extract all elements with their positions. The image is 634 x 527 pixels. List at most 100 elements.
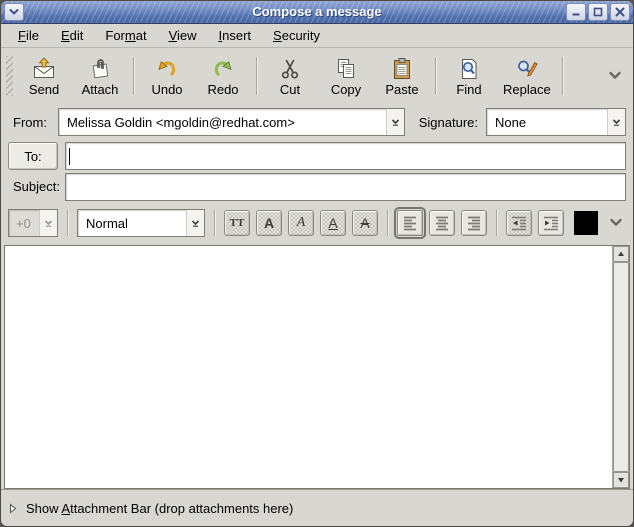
compose-window: Compose a message File Edit Format View … (0, 0, 634, 527)
italic-glyph: A (297, 215, 306, 231)
signature-label: Signature: (419, 115, 478, 130)
vertical-scrollbar (612, 246, 629, 488)
signature-select[interactable]: None (486, 108, 626, 136)
underline-glyph: A (328, 215, 337, 231)
from-label: From: (8, 115, 58, 130)
send-icon (32, 57, 56, 81)
find-button[interactable]: Find (441, 50, 497, 102)
attach-button[interactable]: Attach (72, 50, 128, 102)
combo-arrow-icon (390, 117, 401, 127)
unindent-icon (510, 214, 528, 232)
titlebar: Compose a message (1, 1, 633, 24)
undo-button[interactable]: Undo (139, 50, 195, 102)
maximize-icon (592, 6, 604, 18)
from-select[interactable]: Melissa Goldin <mgoldin@redhat.com> (58, 108, 405, 136)
combo-arrow-icon (190, 218, 201, 228)
scrollbar-thumb[interactable] (613, 262, 629, 472)
to-input[interactable] (70, 143, 622, 169)
signature-select-arrow[interactable] (607, 109, 625, 135)
from-row: From: Melissa Goldin <mgoldin@redhat.com… (1, 104, 633, 140)
menu-security[interactable]: Security (262, 24, 331, 47)
close-icon (614, 6, 626, 18)
paste-button[interactable]: Paste (374, 50, 430, 102)
maximize-button[interactable] (588, 3, 608, 21)
align-center-icon (433, 214, 451, 232)
format-separator (214, 210, 215, 236)
format-overflow-button[interactable] (606, 212, 626, 235)
scroll-up-button[interactable] (613, 246, 629, 262)
strikethrough-glyph: A (360, 215, 369, 231)
attachment-bar-label: Show Attachment Bar (drop attachments he… (26, 501, 293, 516)
close-button[interactable] (610, 3, 630, 21)
combo-arrow-icon (43, 218, 54, 228)
arrow-up-icon (617, 250, 625, 258)
menu-format[interactable]: Format (94, 24, 157, 47)
toolbar-overflow-button[interactable] (603, 63, 627, 90)
font-size-select-arrow (39, 210, 57, 236)
text-color-button[interactable] (574, 211, 598, 235)
to-button-label: To: (24, 149, 41, 164)
toolbar-separator (133, 57, 134, 95)
menu-edit[interactable]: Edit (50, 24, 94, 47)
subject-field-wrap (65, 173, 626, 201)
strikethrough-button: A (352, 210, 378, 236)
menubar: File Edit Format View Insert Security (1, 24, 633, 48)
replace-button[interactable]: Replace (497, 50, 557, 102)
bold-glyph: A (264, 215, 274, 231)
cut-icon (278, 57, 302, 81)
toolbar-separator (562, 57, 563, 95)
replace-icon (515, 57, 539, 81)
subject-label: Subject: (8, 179, 58, 194)
typewriter-button: TT (224, 210, 250, 236)
cut-button[interactable]: Cut (262, 50, 318, 102)
find-icon (457, 57, 481, 81)
toolbar-separator (256, 57, 257, 95)
paste-icon (390, 57, 414, 81)
menu-insert[interactable]: Insert (208, 24, 263, 47)
paragraph-style-value: Normal (78, 210, 186, 236)
format-separator (67, 210, 68, 236)
underline-button: A (320, 210, 346, 236)
toolbar-separator (435, 57, 436, 95)
paragraph-style-select[interactable]: Normal (77, 209, 205, 237)
indent-button[interactable] (538, 210, 564, 236)
copy-button[interactable]: Copy (318, 50, 374, 102)
subject-input[interactable] (69, 174, 622, 200)
menu-file[interactable]: File (7, 24, 50, 47)
format-separator (496, 210, 497, 236)
font-size-value: +0 (9, 210, 39, 236)
to-button[interactable]: To: (8, 142, 58, 170)
align-right-button[interactable] (461, 210, 487, 236)
minimize-icon (570, 6, 582, 18)
scroll-down-button[interactable] (613, 472, 629, 488)
message-editor[interactable] (5, 246, 612, 488)
unindent-button (506, 210, 532, 236)
subject-row: Subject: (1, 172, 633, 201)
arrow-down-icon (617, 476, 625, 484)
minimize-button[interactable] (566, 3, 586, 21)
undo-icon (155, 57, 179, 81)
copy-icon (334, 57, 358, 81)
toolbar-drag-handle[interactable] (6, 56, 13, 96)
chevron-down-icon (607, 67, 623, 83)
combo-arrow-icon (611, 117, 622, 127)
main-toolbar: Send Attach Undo Redo (1, 48, 633, 104)
message-body-area (4, 245, 630, 489)
font-size-select: +0 (8, 209, 58, 237)
align-center-button[interactable] (429, 210, 455, 236)
format-separator (387, 210, 388, 236)
from-value: Melissa Goldin <mgoldin@redhat.com> (59, 109, 386, 135)
bold-button: A (256, 210, 282, 236)
attachment-bar-toggle[interactable]: Show Attachment Bar (drop attachments he… (1, 489, 633, 526)
from-select-arrow[interactable] (386, 109, 404, 135)
align-right-icon (465, 214, 483, 232)
redo-button[interactable]: Redo (195, 50, 251, 102)
paragraph-style-select-arrow[interactable] (186, 210, 204, 236)
window-title: Compose a message (1, 4, 633, 19)
align-left-button[interactable] (397, 210, 423, 236)
menu-view[interactable]: View (158, 24, 208, 47)
send-button[interactable]: Send (16, 50, 72, 102)
italic-button: A (288, 210, 314, 236)
redo-icon (211, 57, 235, 81)
to-field-wrap (65, 142, 626, 170)
